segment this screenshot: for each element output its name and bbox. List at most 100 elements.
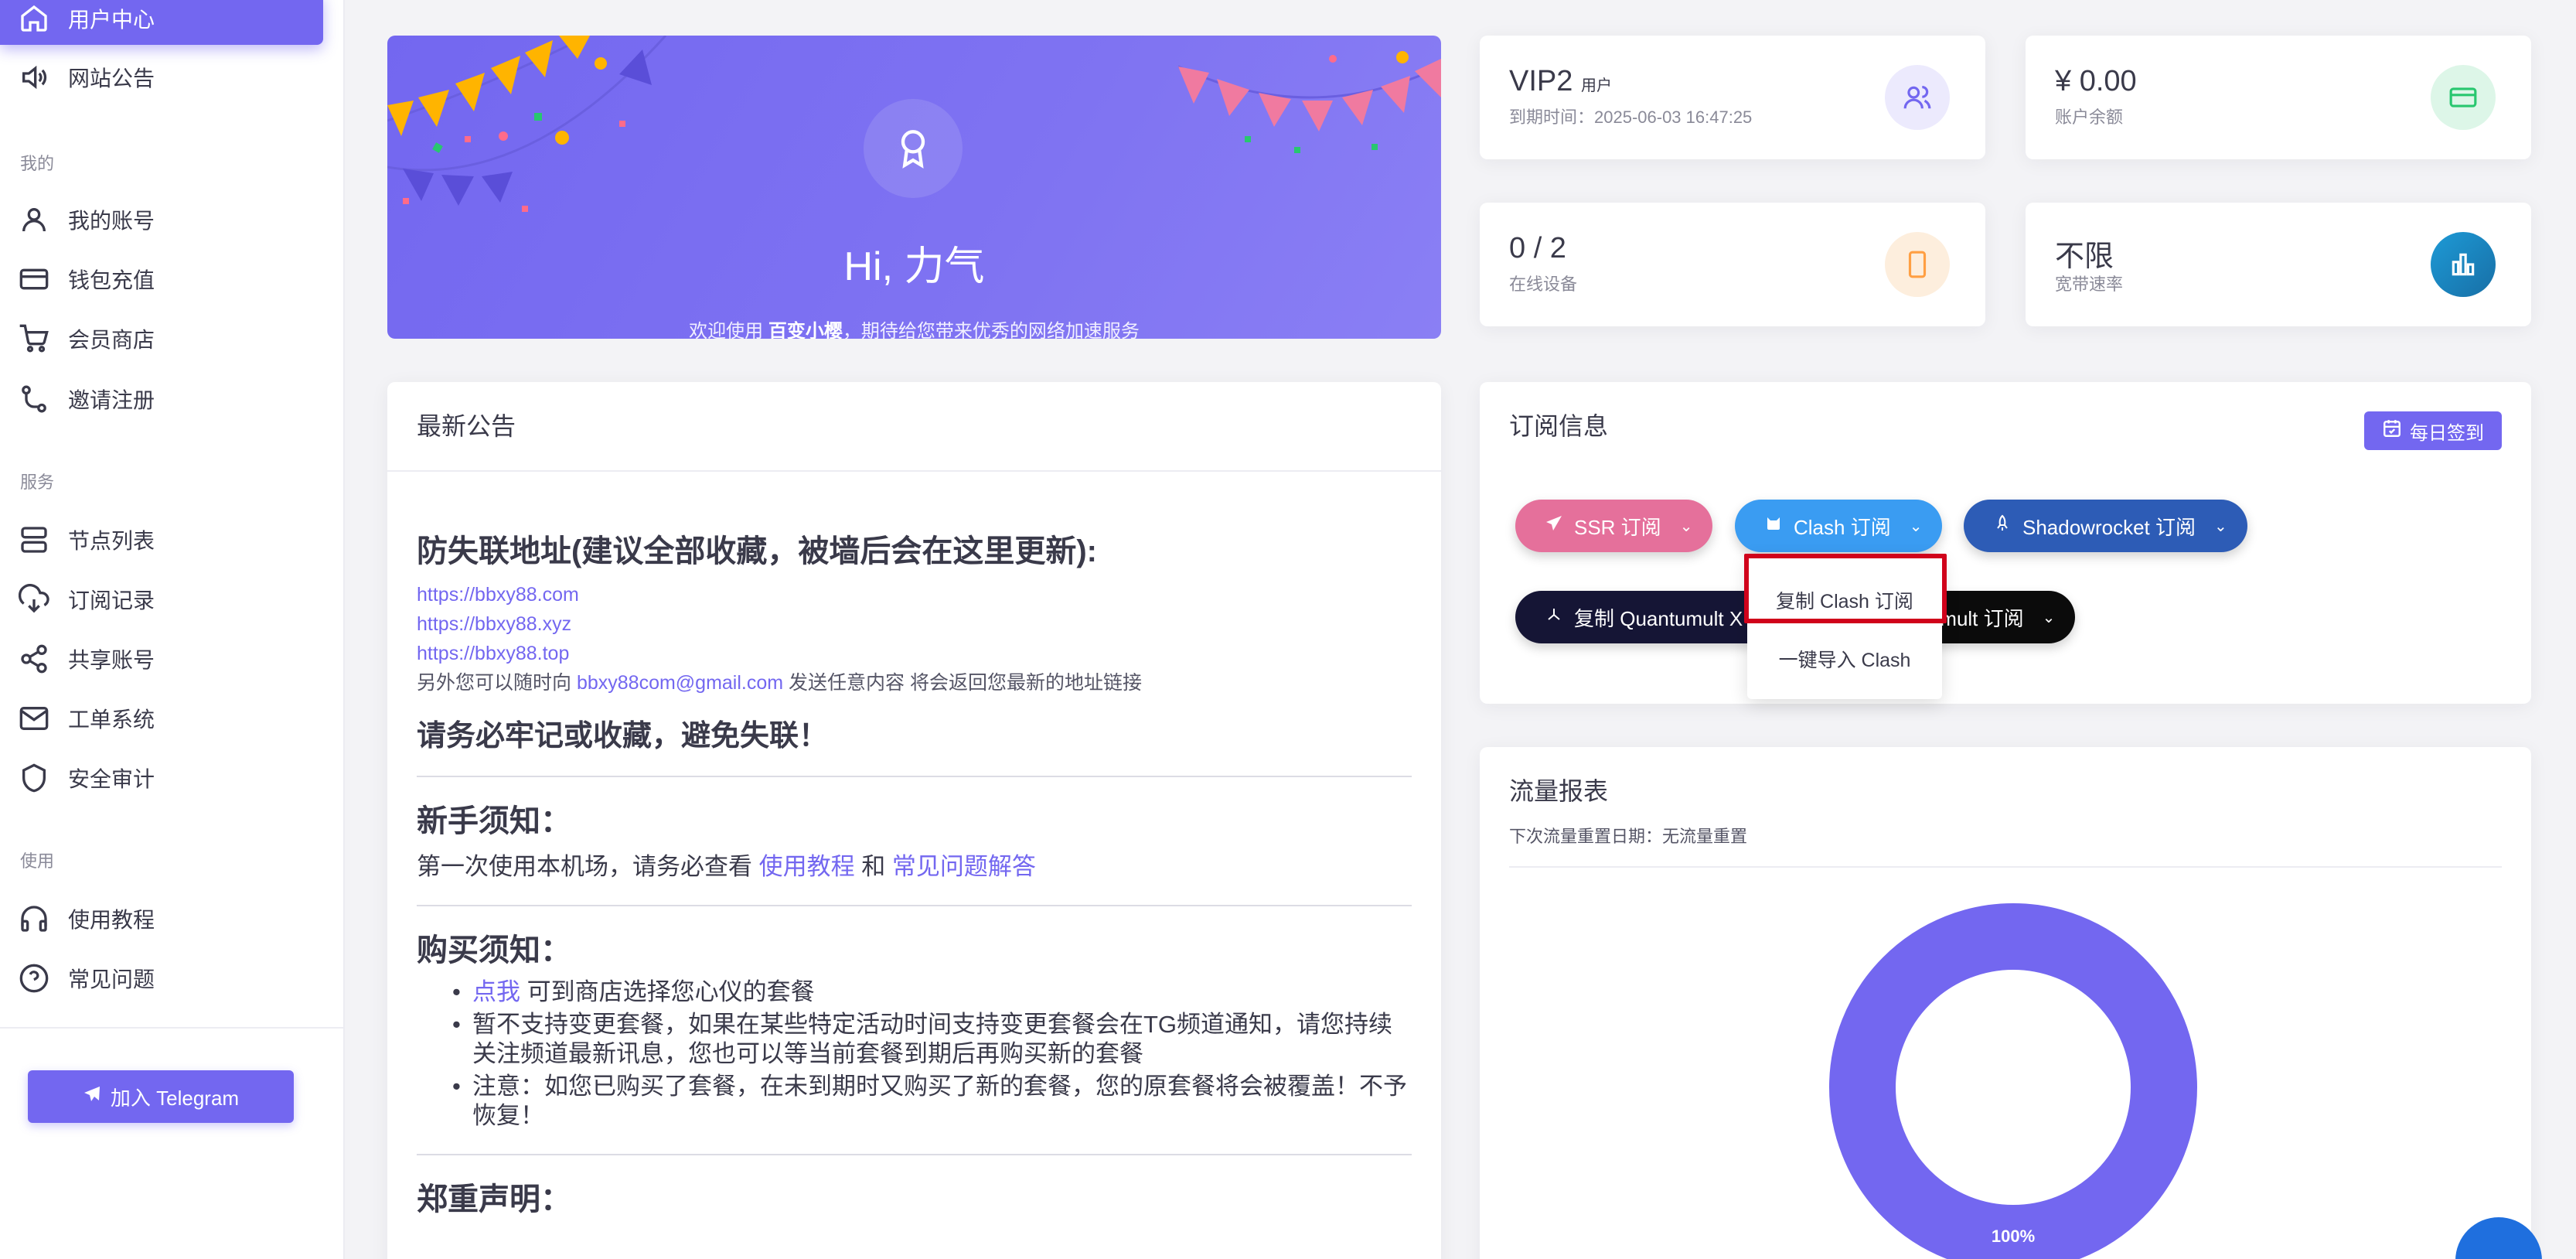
award-badge-icon xyxy=(864,99,963,198)
clash-subscribe-button[interactable]: Clash 订阅 ⌄ xyxy=(1735,500,1943,552)
vip-card: VIP2 用户 到期时间：2025-06-03 16:47:25 xyxy=(1480,36,1985,159)
balance-card: ¥ 0.00 账户余额 xyxy=(2026,36,2531,159)
traffic-reset-date: 下次流量重置日期：无流量重置 xyxy=(1509,827,1748,846)
mail-suffix: 发送任意内容 将会返回您最新的地址链接 xyxy=(783,672,1142,694)
traffic-header: 流量报表 xyxy=(1509,777,1609,805)
newbie-and: 和 xyxy=(854,853,892,880)
site-name: 百变小樱 xyxy=(768,321,843,339)
sidebar-item-label: 订阅记录 xyxy=(68,589,155,612)
shield-icon xyxy=(0,763,68,793)
address-links: https://bbxy88.com https://bbxy88.xyz ht… xyxy=(417,580,1412,698)
buy-list: 点我 可到商店选择您心仪的套餐 暂不支持变更套餐，如果在某些特定活动时间支持变更… xyxy=(417,978,1412,1131)
quantumultx-subscribe-button[interactable]: 复制 Quantumult X xyxy=(1515,591,1774,643)
sidebar-item-faq[interactable]: 常见问题 xyxy=(0,952,323,1005)
sidebar-item-my-account[interactable]: 我的账号 xyxy=(0,193,323,246)
address-link[interactable]: https://bbxy88.top xyxy=(417,639,1412,668)
sidebar-item-audit[interactable]: 安全审计 xyxy=(0,752,323,804)
sidebar-item-label: 邀请注册 xyxy=(68,388,155,412)
newbie-prefix: 第一次使用本机场，请务必查看 xyxy=(417,853,759,880)
credit-card-icon xyxy=(2431,65,2496,130)
ssr-subscribe-button[interactable]: SSR 订阅 ⌄ xyxy=(1515,500,1713,552)
checkin-label: 每日签到 xyxy=(2410,422,2484,444)
shadowrocket-button-label: Shadowrocket 订阅 xyxy=(2022,515,2196,539)
credit-card-icon xyxy=(0,264,68,295)
subscription-header: 订阅信息 xyxy=(1509,412,1609,440)
balance-label: 账户余额 xyxy=(2055,107,2124,127)
traffic-card: 流量报表 下次流量重置日期：无流量重置 100% xyxy=(1480,747,2531,1259)
help-circle-icon xyxy=(0,963,68,994)
welcome-suffix: ，期待给您带来优秀的网络加速服务 xyxy=(842,321,1140,339)
mail-link[interactable]: bbxy88com@gmail.com xyxy=(577,672,783,694)
traffic-donut-chart: 100% xyxy=(1829,903,2197,1259)
list-item: 注意：如您已购买了套餐，在未到期时又购买了新的套餐，您的原套餐将会被覆盖！不予恢… xyxy=(417,1072,1412,1131)
telegram-button-label: 加入 Telegram xyxy=(110,1086,240,1110)
address-link[interactable]: https://bbxy88.xyz xyxy=(417,609,1412,639)
notice-title: 郑重声明： xyxy=(417,1182,571,1216)
share-icon xyxy=(0,643,68,674)
clash-button-label: Clash 订阅 xyxy=(1794,515,1891,539)
sidebar-item-invite[interactable]: 邀请注册 xyxy=(0,373,323,425)
newbie-title: 新手须知： xyxy=(417,804,571,838)
users-icon xyxy=(1885,65,1950,130)
mail-icon xyxy=(0,703,68,734)
vip-level-value: VIP2 xyxy=(1509,65,1573,97)
sidebar-item-shared-account[interactable]: 共享账号 xyxy=(0,633,323,685)
balance-value: ¥ 0.00 xyxy=(2055,65,2137,97)
subscription-card: 订阅信息 每日签到 SSR 订阅 ⌄ Clash 订阅 ⌄ Shadowrock… xyxy=(1480,382,2531,704)
bandwidth-value: 不限 xyxy=(2055,241,2114,273)
announcement-card: 最新公告 防失联地址(建议全部收藏，被墙后会在这里更新): https://bb… xyxy=(387,382,1441,1259)
sidebar-item-label: 共享账号 xyxy=(68,648,155,672)
list-item-text: 可到商店选择您心仪的套餐 xyxy=(520,978,815,1005)
sidebar-divider xyxy=(0,1027,345,1029)
server-icon xyxy=(0,524,68,555)
sidebar-item-nodes[interactable]: 节点列表 xyxy=(0,513,323,566)
confetti-right-decoration xyxy=(1178,51,1441,153)
announcement-hr xyxy=(417,776,1412,777)
quantumult-icon xyxy=(1545,606,1563,630)
sidebar-item-wallet[interactable]: 钱包充值 xyxy=(0,253,323,305)
megaphone-icon xyxy=(0,62,68,93)
cloud-download-icon xyxy=(0,584,68,615)
daily-checkin-button[interactable]: 每日签到 xyxy=(2364,411,2502,450)
tutorial-link[interactable]: 使用教程 xyxy=(759,853,855,880)
faq-link[interactable]: 常见问题解答 xyxy=(892,853,1036,880)
welcome-banner: Hi, 力气 欢迎使用 百变小樱，期待给您带来优秀的网络加速服务 xyxy=(387,36,1441,339)
import-clash-item[interactable]: 一键导入 Clash xyxy=(1747,645,1942,673)
user-icon xyxy=(0,204,68,235)
calendar-check-icon xyxy=(2382,418,2402,444)
bandwidth-label: 宽带速率 xyxy=(2055,275,2124,294)
traffic-divider xyxy=(1509,866,2502,868)
announcement-body: 防失联地址(建议全部收藏，被墙后会在这里更新): https://bbxy88.… xyxy=(417,473,1412,1219)
join-telegram-button[interactable]: 加入 Telegram xyxy=(28,1070,294,1123)
sidebar-item-label: 常见问题 xyxy=(68,967,155,991)
newbie-line: 第一次使用本机场，请务必查看 使用教程 和 常见问题解答 xyxy=(417,847,1412,882)
sidebar-item-label: 会员商店 xyxy=(68,328,155,352)
mail-note: 另外您可以随时向 bbxy88com@gmail.com 发送任意内容 将会返回… xyxy=(417,668,1412,698)
rocket-icon xyxy=(1993,514,2012,538)
list-item: 点我 可到商店选择您心仪的套餐 xyxy=(417,978,1412,1007)
mail-prefix: 另外您可以随时向 xyxy=(417,672,577,694)
send-icon xyxy=(1545,514,1563,538)
address-link[interactable]: https://bbxy88.com xyxy=(417,580,1412,609)
sidebar-item-subscribe-log[interactable]: 订阅记录 xyxy=(0,573,323,626)
bandwidth-card: 不限 宽带速率 xyxy=(2026,203,2531,326)
sidebar-item-label: 安全审计 xyxy=(68,767,155,791)
chevron-down-icon: ⌄ xyxy=(2042,609,2056,626)
welcome-subtitle: 欢迎使用 百变小樱，期待给您带来优秀的网络加速服务 xyxy=(387,316,1441,339)
section-label-use: 使用 xyxy=(20,851,55,871)
ssr-button-label: SSR 订阅 xyxy=(1574,515,1661,539)
vip-level: VIP2 用户 xyxy=(1509,65,1612,98)
sidebar-item-tickets[interactable]: 工单系统 xyxy=(0,692,323,745)
home-icon xyxy=(0,3,68,34)
sidebar-item-user-center[interactable]: 用户中心 xyxy=(0,0,323,45)
sidebar-item-announcements[interactable]: 网站公告 xyxy=(0,51,323,104)
shop-link[interactable]: 点我 xyxy=(472,978,520,1005)
announcement-heading: 防失联地址(建议全部收藏，被墙后会在这里更新): xyxy=(417,534,1097,568)
remember-note: 请务必牢记或收藏，避免失联！ xyxy=(417,720,829,752)
sidebar-item-tutorial[interactable]: 使用教程 xyxy=(0,892,323,945)
vip-expiry: 到期时间：2025-06-03 16:47:25 xyxy=(1509,107,1753,127)
shadowrocket-subscribe-button[interactable]: Shadowrocket 订阅 ⌄ xyxy=(1964,500,2247,552)
sidebar-item-shop[interactable]: 会员商店 xyxy=(0,312,323,365)
cart-icon xyxy=(0,323,68,354)
chevron-down-icon: ⌄ xyxy=(1679,517,1693,535)
